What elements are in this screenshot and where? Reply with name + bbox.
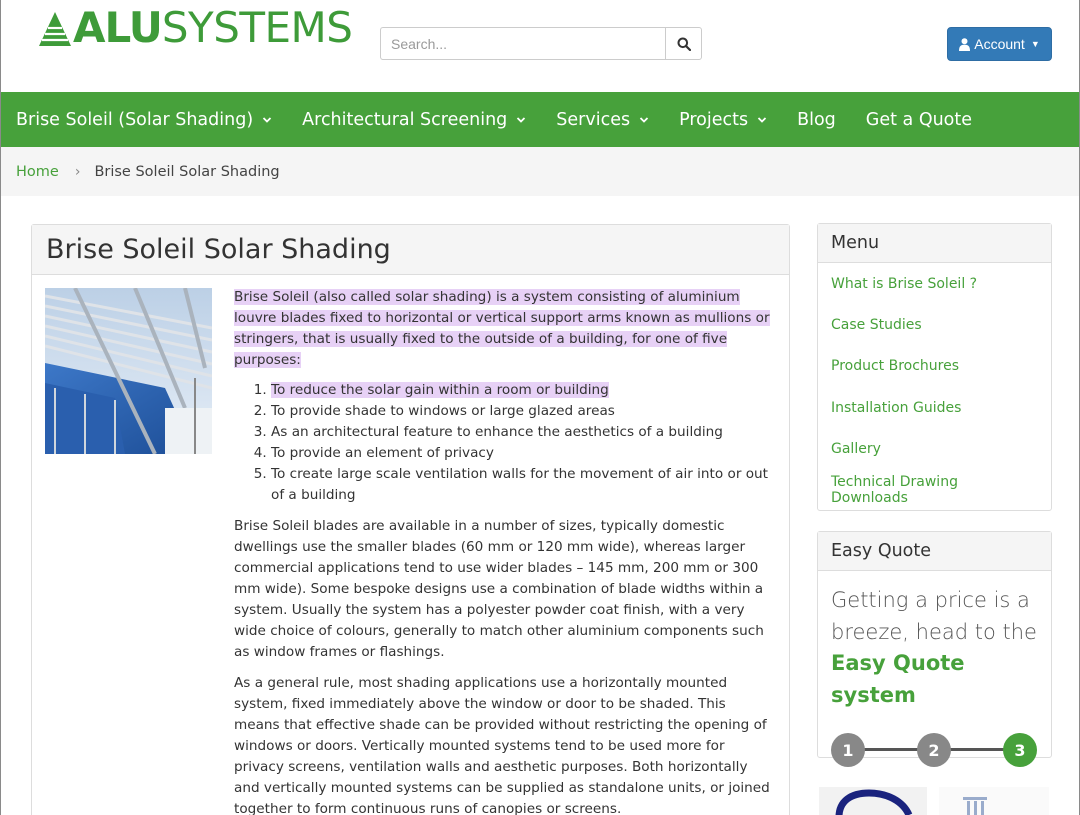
sidebar-item-case-studies[interactable]: Case Studies bbox=[831, 304, 1038, 345]
step-3-badge: 3 bbox=[1003, 733, 1037, 767]
louvre-image bbox=[45, 288, 212, 454]
quote-steps: 1 2 3 bbox=[831, 719, 1038, 779]
purposes-list: To reduce the solar gain within a room o… bbox=[271, 380, 774, 506]
nav-label: Brise Soleil (Solar Shading) bbox=[16, 109, 254, 130]
sidebar-item-technical-drawing-downloads[interactable]: Technical Drawing Downloads bbox=[831, 469, 1038, 510]
mounting-paragraph: As a general rule, most shading applicat… bbox=[234, 675, 770, 815]
chevron-down-icon bbox=[517, 116, 526, 123]
nav-brise-soleil[interactable]: Brise Soleil (Solar Shading) bbox=[16, 110, 272, 130]
nav-label: Get a Quote bbox=[865, 109, 973, 130]
logo-triangle-icon bbox=[39, 12, 71, 46]
chevron-down-icon bbox=[639, 116, 649, 123]
account-label: Account bbox=[974, 36, 1025, 52]
list-item: To provide an element of privacy bbox=[271, 443, 774, 464]
chevron-down-icon bbox=[263, 116, 272, 123]
accreditation-logos bbox=[817, 787, 1052, 815]
user-icon bbox=[959, 37, 971, 51]
easy-quote-panel: Easy Quote Getting a price is a breeze, … bbox=[817, 531, 1052, 767]
nav-architectural-screening[interactable]: Architectural Screening bbox=[302, 110, 526, 130]
breadcrumb-separator: › bbox=[74, 163, 81, 180]
nav-label: Architectural Screening bbox=[302, 109, 508, 130]
list-item-text: To reduce the solar gain within a room o… bbox=[271, 382, 609, 398]
step-2-badge: 2 bbox=[917, 733, 951, 767]
list-item: To create large scale ventilation walls … bbox=[271, 464, 774, 506]
list-item: To reduce the solar gain within a room o… bbox=[271, 380, 774, 401]
accreditation-logos-image bbox=[819, 787, 1049, 815]
easy-quote-text: Getting a price is a breeze, head to the bbox=[831, 588, 1037, 644]
sidebar-menu-title: Menu bbox=[818, 224, 1051, 263]
search-bar bbox=[380, 27, 702, 60]
sidebar-menu-list: What is Brise Soleil ? Case Studies Prod… bbox=[818, 263, 1051, 511]
nav-label: Blog bbox=[797, 109, 836, 130]
blade-sizes-paragraph: Brise Soleil blades are available in a n… bbox=[234, 518, 764, 660]
step-1-badge: 1 bbox=[831, 733, 865, 767]
sidebar-item-installation-guides[interactable]: Installation Guides bbox=[831, 387, 1038, 428]
search-input[interactable] bbox=[380, 27, 665, 60]
logo-light-text: SYSTEMS bbox=[161, 3, 353, 52]
logo-bold-text: ALU bbox=[73, 3, 163, 52]
easy-quote-body: Getting a price is a breeze, head to the… bbox=[818, 571, 1051, 779]
easy-quote-title: Easy Quote bbox=[818, 532, 1051, 571]
chevron-down-icon bbox=[757, 116, 767, 123]
main-content-panel: Brise Soleil Solar Shading Brise Soleil … bbox=[31, 224, 790, 815]
brise-soleil-photo bbox=[45, 288, 212, 454]
breadcrumb: Home › Brise Soleil Solar Shading bbox=[1, 147, 1079, 196]
sidebar-item-product-brochures[interactable]: Product Brochures bbox=[831, 346, 1038, 387]
list-item: As an architectural feature to enhance t… bbox=[271, 422, 774, 443]
nav-label: Projects bbox=[679, 109, 749, 130]
breadcrumb-home-link[interactable]: Home bbox=[16, 164, 59, 180]
easy-quote-link[interactable]: Easy Quote system bbox=[831, 648, 1038, 711]
article-body: Brise Soleil (also called solar shading)… bbox=[234, 287, 774, 815]
nav-projects[interactable]: Projects bbox=[679, 110, 767, 130]
sidebar-item-what-is-brise-soleil[interactable]: What is Brise Soleil ? bbox=[831, 263, 1038, 304]
nav-label: Services bbox=[556, 109, 631, 130]
breadcrumb-current: Brise Soleil Solar Shading bbox=[94, 163, 280, 180]
account-button[interactable]: Account ▼ bbox=[947, 27, 1052, 61]
main-navigation: Brise Soleil (Solar Shading) Architectur… bbox=[1, 92, 1079, 147]
page-title: Brise Soleil Solar Shading bbox=[32, 225, 789, 275]
nav-get-a-quote[interactable]: Get a Quote bbox=[866, 110, 972, 130]
sidebar-menu-panel: Menu What is Brise Soleil ? Case Studies… bbox=[817, 223, 1052, 511]
intro-paragraph: Brise Soleil (also called solar shading)… bbox=[234, 289, 770, 368]
alusystems-logo[interactable]: ALU SYSTEMS bbox=[39, 3, 353, 52]
caret-down-icon: ▼ bbox=[1030, 39, 1040, 49]
header: ALU SYSTEMS Account ▼ bbox=[1, 0, 1079, 92]
nav-services[interactable]: Services bbox=[556, 110, 649, 130]
list-item: To provide shade to windows or large gla… bbox=[271, 401, 774, 422]
search-button[interactable] bbox=[665, 27, 702, 60]
nav-blog[interactable]: Blog bbox=[797, 110, 836, 130]
sidebar-item-gallery[interactable]: Gallery bbox=[831, 428, 1038, 469]
search-icon bbox=[677, 37, 691, 51]
